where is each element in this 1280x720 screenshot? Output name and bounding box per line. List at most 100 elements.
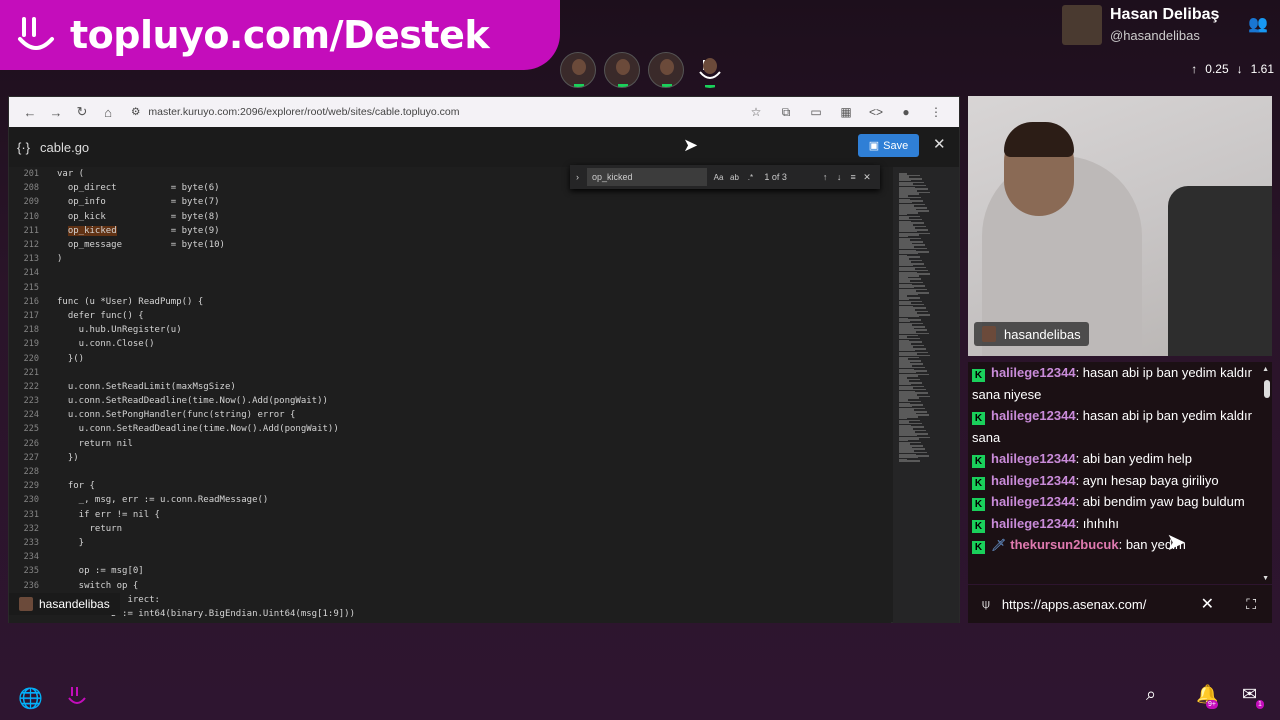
kick-badge-icon: K <box>972 498 985 511</box>
line-number: 216 <box>23 296 39 307</box>
chat-text: abi bendim yaw bag buldum <box>1082 494 1245 509</box>
close-icon[interactable]: ✕ <box>1201 594 1214 614</box>
chat-message: Khalilege12344: aynı hesap baya giriliyo <box>968 470 1252 492</box>
reload-icon[interactable]: ↻ <box>69 104 95 120</box>
line-text: if err != nil { <box>57 509 160 520</box>
code-line: 221 <box>9 366 891 380</box>
line-number: 217 <box>23 310 39 321</box>
whole-word-toggle[interactable]: ab <box>727 173 743 182</box>
line-number: 214 <box>23 268 39 279</box>
chat-username[interactable]: halilege12344 <box>991 408 1076 423</box>
topluyo-logo-icon[interactable] <box>64 684 90 710</box>
home-icon[interactable]: ⌂ <box>95 105 121 120</box>
devtools-icon[interactable]: <> <box>861 105 891 119</box>
selection-icon[interactable]: ≡ <box>846 172 860 182</box>
code-line: 232 return <box>9 522 891 536</box>
chat-text: aynı hesap baya giriliyo <box>1082 472 1219 488</box>
topluyo-logo-icon <box>699 60 721 88</box>
line-text: var ( <box>57 169 85 180</box>
line-number: 220 <box>23 353 39 364</box>
find-input[interactable]: op_kicked <box>587 168 707 186</box>
avatar[interactable] <box>560 52 596 88</box>
avatar[interactable] <box>1062 5 1102 45</box>
reader-icon[interactable]: ▭ <box>801 105 831 119</box>
chat-separator: : <box>1075 408 1083 423</box>
chat-username[interactable]: thekursun2bucuk <box>1010 537 1118 552</box>
line-number: 224 <box>23 410 39 421</box>
line-text: u.hub.UnRegister(u) <box>57 325 182 336</box>
upload-rate: 0.25 <box>1205 62 1229 76</box>
close-icon[interactable]: ✕ <box>860 172 874 183</box>
extensions-icon[interactable]: ⧉ <box>771 105 801 120</box>
chat-username[interactable]: halilege12344 <box>991 365 1076 380</box>
chat-message: Khalilege12344: abi bendim yaw bag buldu… <box>968 491 1252 513</box>
line-text: op_info = byte(7) <box>57 197 220 208</box>
back-icon[interactable]: ← <box>17 105 43 120</box>
site-info-icon[interactable]: ⚙ <box>131 106 140 118</box>
code-line: 223 u.conn.SetReadDeadline(time.Now().Ad… <box>9 394 891 408</box>
arrow-down-icon[interactable]: ↓ <box>832 172 846 182</box>
line-text: op_kick = byte(8) <box>57 211 220 222</box>
code-line: 213) <box>9 252 891 266</box>
kick-badge-icon: K <box>972 412 985 425</box>
people-icon[interactable]: 👥 <box>1248 14 1268 34</box>
code-line: 214 <box>9 266 891 280</box>
line-number: 228 <box>23 467 39 478</box>
profile-card: Hasan Delibaş @hasandelibas 👥 ↑ 0.25 ↓ 1… <box>1060 0 1280 92</box>
mail-icon[interactable]: ✉ <box>1242 684 1257 705</box>
chat-username[interactable]: halilege12344 <box>991 473 1076 488</box>
profile-icon[interactable]: ● <box>891 105 921 119</box>
code-line: 230 _, msg, err := u.conn.ReadMessage() <box>9 493 891 507</box>
code-line: 215 <box>9 281 891 295</box>
line-text: defer func() { <box>57 310 144 321</box>
avatar[interactable] <box>692 52 728 88</box>
avatar <box>982 326 996 342</box>
globe-icon[interactable]: 🌐 <box>18 686 43 711</box>
search-icon[interactable]: ⌕ <box>1146 684 1156 705</box>
code-line: 231 if err != nil { <box>9 508 891 522</box>
code-line: 233 } <box>9 536 891 550</box>
address-bar[interactable]: ⚙ master.kuruyo.com:2096/explorer/root/w… <box>121 101 741 123</box>
save-button[interactable]: ▣ Save <box>858 134 919 157</box>
match-case-toggle[interactable]: Aa <box>711 173 727 182</box>
code-editor[interactable]: 201 var (208 op_direct = byte(6) 209 op_in… <box>9 167 891 623</box>
webcam-label: hasandelibas <box>974 322 1089 346</box>
chat-separator: : <box>1118 537 1126 552</box>
minimap[interactable] <box>893 167 959 623</box>
profile-name: Hasan Delibaş <box>1110 6 1220 23</box>
arrow-up-icon[interactable]: ↑ <box>818 172 832 182</box>
close-icon[interactable]: ✕ <box>933 135 946 153</box>
find-widget: › op_kicked Aa ab .* 1 of 3 ↑ ↓ ≡ ✕ <box>570 165 880 189</box>
code-line: 216 func (u *User) ReadPump() { <box>9 295 891 309</box>
chevron-right-icon[interactable]: › <box>576 172 579 182</box>
topluyo-logo-icon <box>18 17 54 50</box>
menu-icon[interactable]: ⋮ <box>921 105 951 119</box>
scroll-up-icon[interactable]: ▲ <box>1262 366 1269 373</box>
apps-icon[interactable]: ▦ <box>831 105 861 119</box>
participant-avatars <box>560 52 728 88</box>
bell-badge: 9+ <box>1206 700 1218 709</box>
avatar[interactable] <box>604 52 640 88</box>
avatar <box>19 597 33 611</box>
line-text: }) <box>57 452 79 463</box>
url-text: master.kuruyo.com:2096/explorer/root/web… <box>148 106 460 118</box>
line-number: 233 <box>23 537 39 548</box>
line-number: 234 <box>23 552 39 563</box>
bookmark-star-icon[interactable]: ☆ <box>741 105 771 119</box>
chat-username[interactable]: halilege12344 <box>991 451 1076 466</box>
scroll-down-icon[interactable]: ▼ <box>1262 575 1269 582</box>
line-number: 222 <box>23 381 39 392</box>
regex-toggle[interactable]: .* <box>742 173 758 182</box>
chat-username[interactable]: halilege12344 <box>991 516 1076 531</box>
save-label: Save <box>883 139 909 152</box>
line-text: }() <box>57 353 85 364</box>
forward-icon[interactable]: → <box>43 105 69 120</box>
line-number: 229 <box>23 481 39 492</box>
scrollbar[interactable] <box>1264 380 1270 398</box>
chat-panel: Khalilege12344: hasan abi ip ban yedim k… <box>968 362 1272 584</box>
chat-username[interactable]: halilege12344 <box>991 494 1076 509</box>
line-number: 232 <box>23 523 39 534</box>
avatar[interactable] <box>648 52 684 88</box>
screenshot-icon[interactable]: ⛶ <box>1246 596 1256 613</box>
url-bar-text[interactable]: https://apps.asenax.com/ <box>1002 597 1147 612</box>
